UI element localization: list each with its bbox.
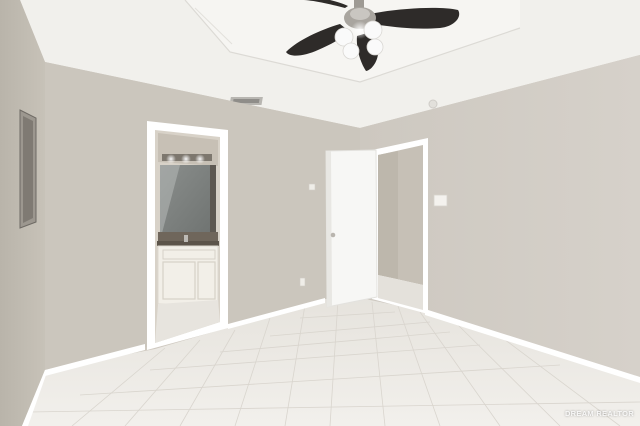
watermark-logo: DREAM REALTOR bbox=[564, 409, 634, 418]
wall-outlet bbox=[299, 277, 306, 287]
fan-light-globe bbox=[342, 42, 360, 60]
open-door bbox=[325, 149, 378, 308]
bedroom-photo bbox=[0, 0, 640, 426]
fan-light-globe bbox=[363, 20, 383, 40]
fan-light-globe bbox=[366, 38, 384, 56]
smoke-detector bbox=[428, 99, 438, 109]
bathroom-doorway bbox=[147, 121, 228, 350]
light-switch bbox=[433, 194, 448, 207]
door-knob bbox=[330, 232, 336, 238]
electrical-panel bbox=[19, 109, 37, 229]
thermostat bbox=[308, 183, 316, 191]
closet-doorway bbox=[372, 138, 428, 314]
vanity-cabinet bbox=[157, 245, 219, 305]
